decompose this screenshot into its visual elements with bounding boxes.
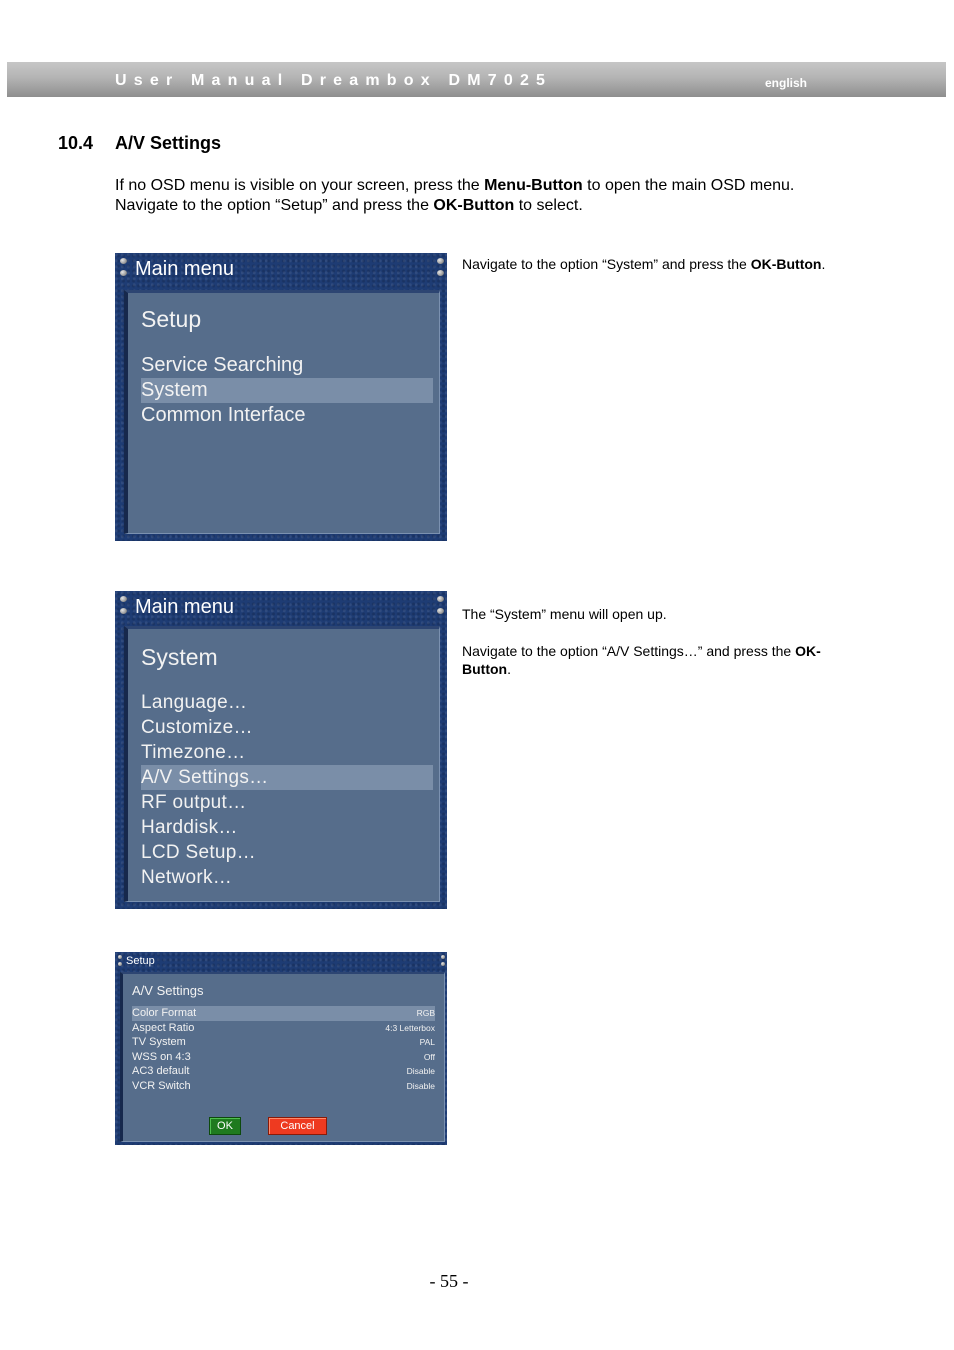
instruction-text: . bbox=[507, 661, 511, 677]
osd-subtitle: A/V Settings bbox=[132, 983, 204, 998]
setting-row-ac3-default[interactable]: AC3 default Disable bbox=[132, 1064, 435, 1079]
setting-label: VCR Switch bbox=[132, 1079, 191, 1092]
osd-titlebar: Main menu bbox=[115, 591, 447, 625]
osd-menu-item[interactable]: Harddisk… bbox=[141, 815, 433, 840]
screw-icon bbox=[118, 962, 122, 966]
osd-menu-item[interactable]: RF output… bbox=[141, 790, 433, 815]
setting-value[interactable]: Disable bbox=[407, 1064, 435, 1079]
osd-menu-item[interactable]: Service Searching bbox=[141, 353, 433, 378]
osd-titlebar: Setup bbox=[115, 952, 447, 972]
cancel-button[interactable]: Cancel bbox=[268, 1117, 327, 1135]
osd-menu-item[interactable]: LCD Setup… bbox=[141, 840, 433, 865]
setting-label: Aspect Ratio bbox=[132, 1021, 195, 1034]
instruction-text: Navigate to the option “A/V Settings…” a… bbox=[462, 643, 796, 659]
instruction-text: . bbox=[821, 256, 826, 272]
screw-icon bbox=[441, 962, 445, 966]
settings-list: Color Format RGB Aspect Ratio 4:3 Letterbo… bbox=[132, 1006, 435, 1094]
screw-icon bbox=[120, 258, 127, 264]
setting-value[interactable]: RGB bbox=[417, 1006, 435, 1021]
setting-row-wss[interactable]: WSS on 4:3 Off bbox=[132, 1050, 435, 1065]
osd-subtitle: System bbox=[141, 644, 218, 670]
screw-icon bbox=[120, 270, 127, 276]
osd-menu-item[interactable]: Customize… bbox=[141, 715, 433, 740]
screw-icon bbox=[120, 596, 127, 602]
osd-titlebar: Main menu bbox=[115, 253, 447, 287]
menu-button-term: Menu-Button bbox=[484, 177, 583, 194]
screw-icon bbox=[437, 608, 444, 614]
setting-label: WSS on 4:3 bbox=[132, 1050, 191, 1063]
ok-button-term: OK-Button bbox=[750, 256, 822, 272]
osd-panel: System Language… Customize… Timezone… A/… bbox=[124, 626, 440, 902]
osd-menu-item[interactable]: Timezone… bbox=[141, 740, 433, 765]
osd-menu-item-selected[interactable]: A/V Settings… bbox=[141, 765, 433, 790]
osd-title: Main menu bbox=[135, 596, 234, 618]
step1-instruction: Navigate to the option “System” and pres… bbox=[462, 255, 852, 273]
step2-instruction: The “System” menu will open up. Navigate… bbox=[462, 605, 852, 678]
screw-icon bbox=[437, 270, 444, 276]
setting-label: AC3 default bbox=[132, 1065, 190, 1078]
manual-header-bar: User Manual Dreambox DM7025 english bbox=[7, 62, 946, 97]
osd-menu-item[interactable]: Network… bbox=[141, 865, 433, 890]
setting-row-vcr-switch[interactable]: VCR Switch Disable bbox=[132, 1079, 435, 1094]
osd-title: Main menu bbox=[135, 258, 234, 280]
screw-icon bbox=[441, 955, 445, 959]
section-title: A/V Settings bbox=[115, 133, 222, 153]
osd-panel: Setup Service Searching System Common In… bbox=[124, 290, 440, 534]
osd-screenshot-system-menu: Main menu System Language… Customize… Ti… bbox=[115, 591, 447, 909]
setting-value[interactable]: Off bbox=[424, 1050, 435, 1065]
osd-title: Setup bbox=[126, 955, 155, 967]
screw-icon bbox=[437, 258, 444, 264]
instruction-text: The “System” menu will open up. bbox=[462, 606, 667, 622]
page-number: - 55 - bbox=[429, 1271, 469, 1291]
intro-text: to select. bbox=[514, 197, 583, 214]
section-heading: 10.4 A/V Settings bbox=[58, 133, 221, 154]
setting-row-tv-system[interactable]: TV System PAL bbox=[132, 1035, 435, 1050]
screw-icon bbox=[118, 955, 122, 959]
intro-text: If no OSD menu is visible on your screen… bbox=[115, 177, 485, 194]
osd-menu-list: Language… Customize… Timezone… A/V Setti… bbox=[141, 690, 433, 890]
section-number: 10.4 bbox=[58, 133, 94, 153]
setting-label: TV System bbox=[132, 1036, 186, 1049]
setting-value[interactable]: PAL bbox=[420, 1035, 435, 1050]
instruction-text: Navigate to the option “System” and pres… bbox=[462, 256, 751, 272]
osd-menu-item[interactable]: Common Interface bbox=[141, 403, 433, 428]
setting-value[interactable]: 4:3 Letterbox bbox=[385, 1021, 435, 1036]
setting-row-color-format[interactable]: Color Format RGB bbox=[132, 1006, 435, 1021]
screw-icon bbox=[437, 596, 444, 602]
osd-menu-item-selected[interactable]: System bbox=[141, 378, 433, 403]
intro-paragraph: If no OSD menu is visible on your screen… bbox=[115, 176, 835, 216]
setting-row-aspect-ratio[interactable]: Aspect Ratio 4:3 Letterbox bbox=[132, 1021, 435, 1036]
osd-panel: A/V Settings Color Format RGB Aspect Rati… bbox=[120, 972, 445, 1142]
screw-icon bbox=[120, 608, 127, 614]
setting-label: Color Format bbox=[132, 1007, 197, 1019]
manual-title: User Manual Dreambox DM7025 bbox=[115, 72, 553, 89]
osd-menu-list: Service Searching System Common Interfac… bbox=[141, 353, 433, 428]
osd-screenshot-setup-menu: Main menu Setup Service Searching System… bbox=[115, 253, 447, 541]
osd-screenshot-av-settings: Setup A/V Settings Color Format RGB Aspec… bbox=[115, 952, 447, 1145]
ok-button[interactable]: OK bbox=[209, 1117, 241, 1135]
setting-value[interactable]: Disable bbox=[407, 1079, 435, 1094]
ok-button-term: OK-Button bbox=[433, 197, 515, 214]
language-label: english bbox=[765, 76, 808, 90]
osd-subtitle: Setup bbox=[141, 306, 202, 332]
osd-menu-item[interactable]: Language… bbox=[141, 690, 433, 715]
